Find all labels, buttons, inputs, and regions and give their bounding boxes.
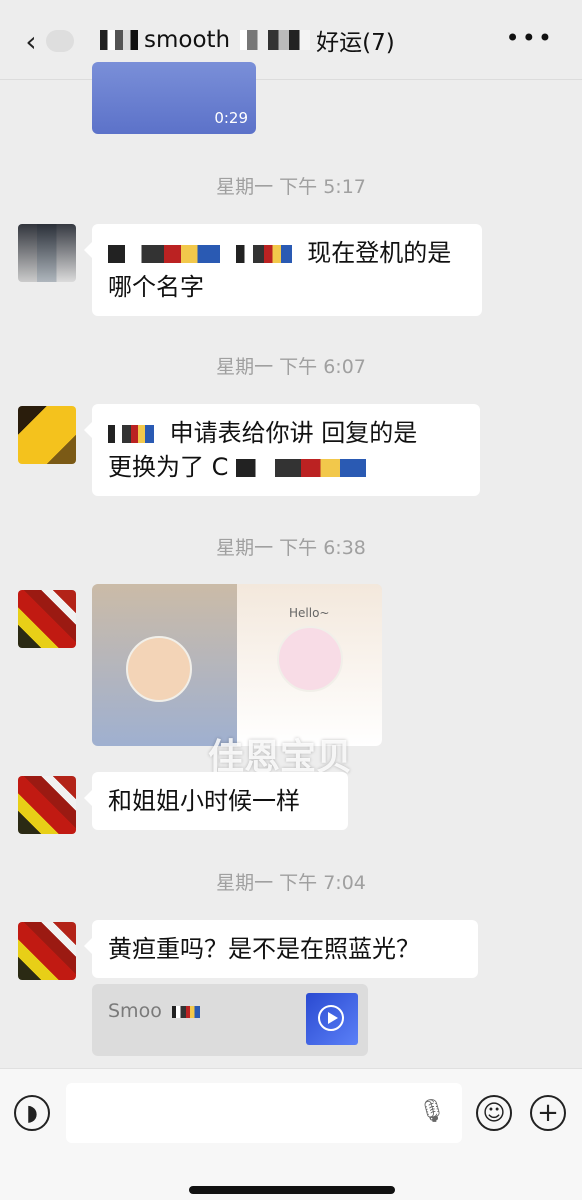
baby-photo-left[interactable]: [92, 584, 237, 746]
redacted-block: [235, 245, 292, 263]
video-thumbnail[interactable]: [306, 993, 358, 1045]
message-bubble[interactable]: 黄疸重吗？是不是在照蓝光？: [84, 920, 478, 978]
home-indicator: [189, 1186, 395, 1194]
timestamp: 星期一 下午 5:17: [216, 176, 366, 198]
video-duration: 0:29: [214, 109, 248, 127]
input-bar: ◗ 🎙 ☺ +: [0, 1068, 582, 1200]
chat-title: smooth 好运(7): [100, 24, 490, 56]
avatar[interactable]: [18, 590, 76, 648]
sticker-icon: [126, 636, 192, 702]
avatar[interactable]: [18, 224, 76, 282]
back-icon[interactable]: ‹: [18, 25, 44, 58]
voice-input-icon[interactable]: ◗: [14, 1095, 50, 1131]
emoji-icon[interactable]: ☺: [476, 1095, 512, 1131]
quoted-message[interactable]: Smoo: [92, 984, 368, 1056]
photo-caption: Hello~: [289, 606, 330, 620]
message-text: 和姐姐小时候一样: [108, 787, 300, 815]
timestamp: 星期一 下午 6:07: [216, 356, 366, 378]
message-text: 现在登机的是: [307, 239, 452, 267]
video-message[interactable]: 0:29: [92, 62, 256, 134]
message-input[interactable]: 🎙: [66, 1083, 462, 1143]
title-prefix: smooth: [144, 27, 231, 53]
redacted-block: [108, 245, 220, 263]
avatar[interactable]: [18, 776, 76, 834]
message-text: 黄疸重吗？是不是在照蓝光？: [108, 935, 420, 963]
redacted-block: [240, 30, 311, 50]
microphone-icon[interactable]: 🎙: [418, 1099, 446, 1125]
add-icon[interactable]: +: [530, 1095, 566, 1131]
title-suffix: 好运(7): [316, 30, 395, 56]
redacted-block: [236, 459, 367, 477]
avatar[interactable]: [18, 406, 76, 464]
image-message[interactable]: Hello~: [92, 584, 382, 746]
baby-photo-right[interactable]: Hello~: [237, 584, 382, 746]
quoted-sender: Smoo: [108, 1000, 208, 1022]
sticker-icon: [277, 626, 343, 692]
message-bubble[interactable]: 申请表给你讲 回复的是 更换为了 C: [84, 404, 480, 496]
redacted-block: [108, 425, 154, 443]
play-icon[interactable]: [318, 1005, 344, 1031]
message-bubble[interactable]: 和姐姐小时候一样: [84, 772, 348, 830]
back-badge: [46, 30, 74, 52]
message-text: 哪个名字: [108, 273, 204, 301]
more-options-icon[interactable]: •••: [506, 24, 554, 52]
chat-header: ‹ smooth 好运(7) •••: [0, 0, 582, 80]
redacted-block: [171, 1005, 200, 1018]
redacted-block: [100, 30, 138, 50]
timestamp: 星期一 下午 6:38: [216, 537, 366, 559]
timestamp: 星期一 下午 7:04: [216, 872, 366, 894]
message-bubble[interactable]: 现在登机的是 哪个名字: [84, 224, 482, 316]
avatar[interactable]: [18, 922, 76, 980]
message-text: 更换为了 C: [108, 453, 229, 481]
message-text: 申请表给你讲 回复的是: [169, 419, 418, 447]
